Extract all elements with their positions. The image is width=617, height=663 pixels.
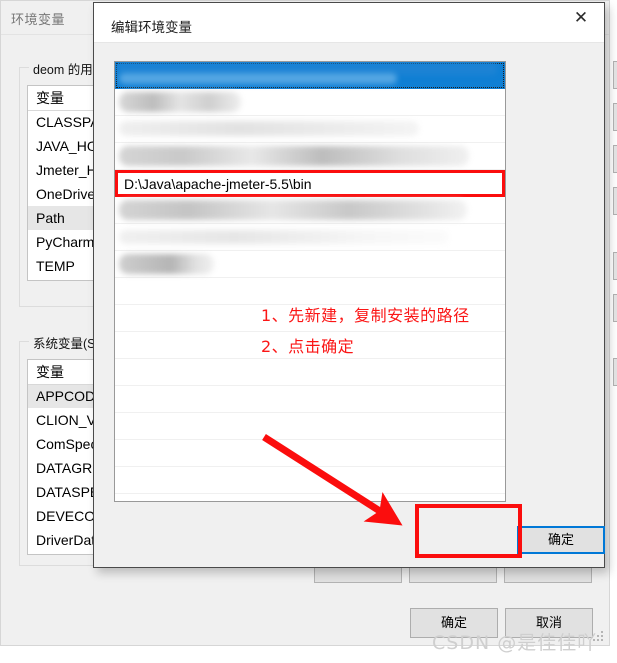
list-item[interactable]: [115, 251, 505, 278]
dialog-titlebar-divider: [94, 42, 604, 43]
list-item[interactable]: [115, 440, 505, 467]
list-item[interactable]: [115, 197, 505, 224]
edit-button[interactable]: 编辑(E): [613, 103, 617, 131]
browse-button[interactable]: 浏览(B)...: [613, 145, 617, 173]
csdn-watermark: CSDN @是佳佳吖: [432, 632, 598, 654]
dialog-ok-button[interactable]: 确定: [517, 526, 605, 554]
dialog-title: 编辑环境变量: [111, 20, 192, 35]
list-item[interactable]: [115, 143, 505, 170]
list-item[interactable]: [115, 467, 505, 494]
close-icon[interactable]: ✕: [558, 3, 604, 33]
list-item[interactable]: [115, 116, 505, 143]
delete-button[interactable]: 删除(D): [613, 187, 617, 215]
path-entries-list[interactable]: D:\Java\apache-jmeter-5.5\bin: [114, 61, 506, 502]
annotation-line-1: 1、先新建，复制安装的路径: [261, 306, 470, 325]
move-up-button[interactable]: 上移(U): [613, 252, 617, 280]
blurred-content: [119, 146, 469, 166]
list-item[interactable]: [115, 89, 505, 116]
annotation-instructions: 1、先新建，复制安装的路径 2、点击确定: [261, 300, 470, 362]
blurred-content: [119, 200, 467, 220]
annotation-line-2: 2、点击确定: [261, 337, 355, 356]
move-down-button[interactable]: 下移(O): [613, 294, 617, 322]
list-item[interactable]: [115, 413, 505, 440]
blurred-content: [119, 121, 419, 136]
blurred-content: [119, 73, 397, 84]
blurred-content: [119, 254, 214, 274]
new-button[interactable]: 新建(N): [613, 61, 617, 89]
edit-environment-variable-dialog: 编辑环境变量 ✕ D:\Java\apache-jmeter-5.5\bin 1…: [93, 2, 617, 568]
list-item[interactable]: [115, 224, 505, 251]
edit-text-button[interactable]: 编辑文本(T)...: [613, 358, 617, 386]
background-window-title: 环境变量: [11, 12, 66, 27]
dialog-titlebar: 编辑环境变量 ✕: [94, 3, 604, 43]
list-item[interactable]: [115, 386, 505, 413]
list-item[interactable]: [115, 359, 505, 386]
blurred-content: [119, 92, 241, 112]
list-item[interactable]: [115, 62, 505, 89]
list-item-jmeter-path[interactable]: D:\Java\apache-jmeter-5.5\bin: [115, 170, 505, 197]
blurred-content: [119, 230, 449, 244]
